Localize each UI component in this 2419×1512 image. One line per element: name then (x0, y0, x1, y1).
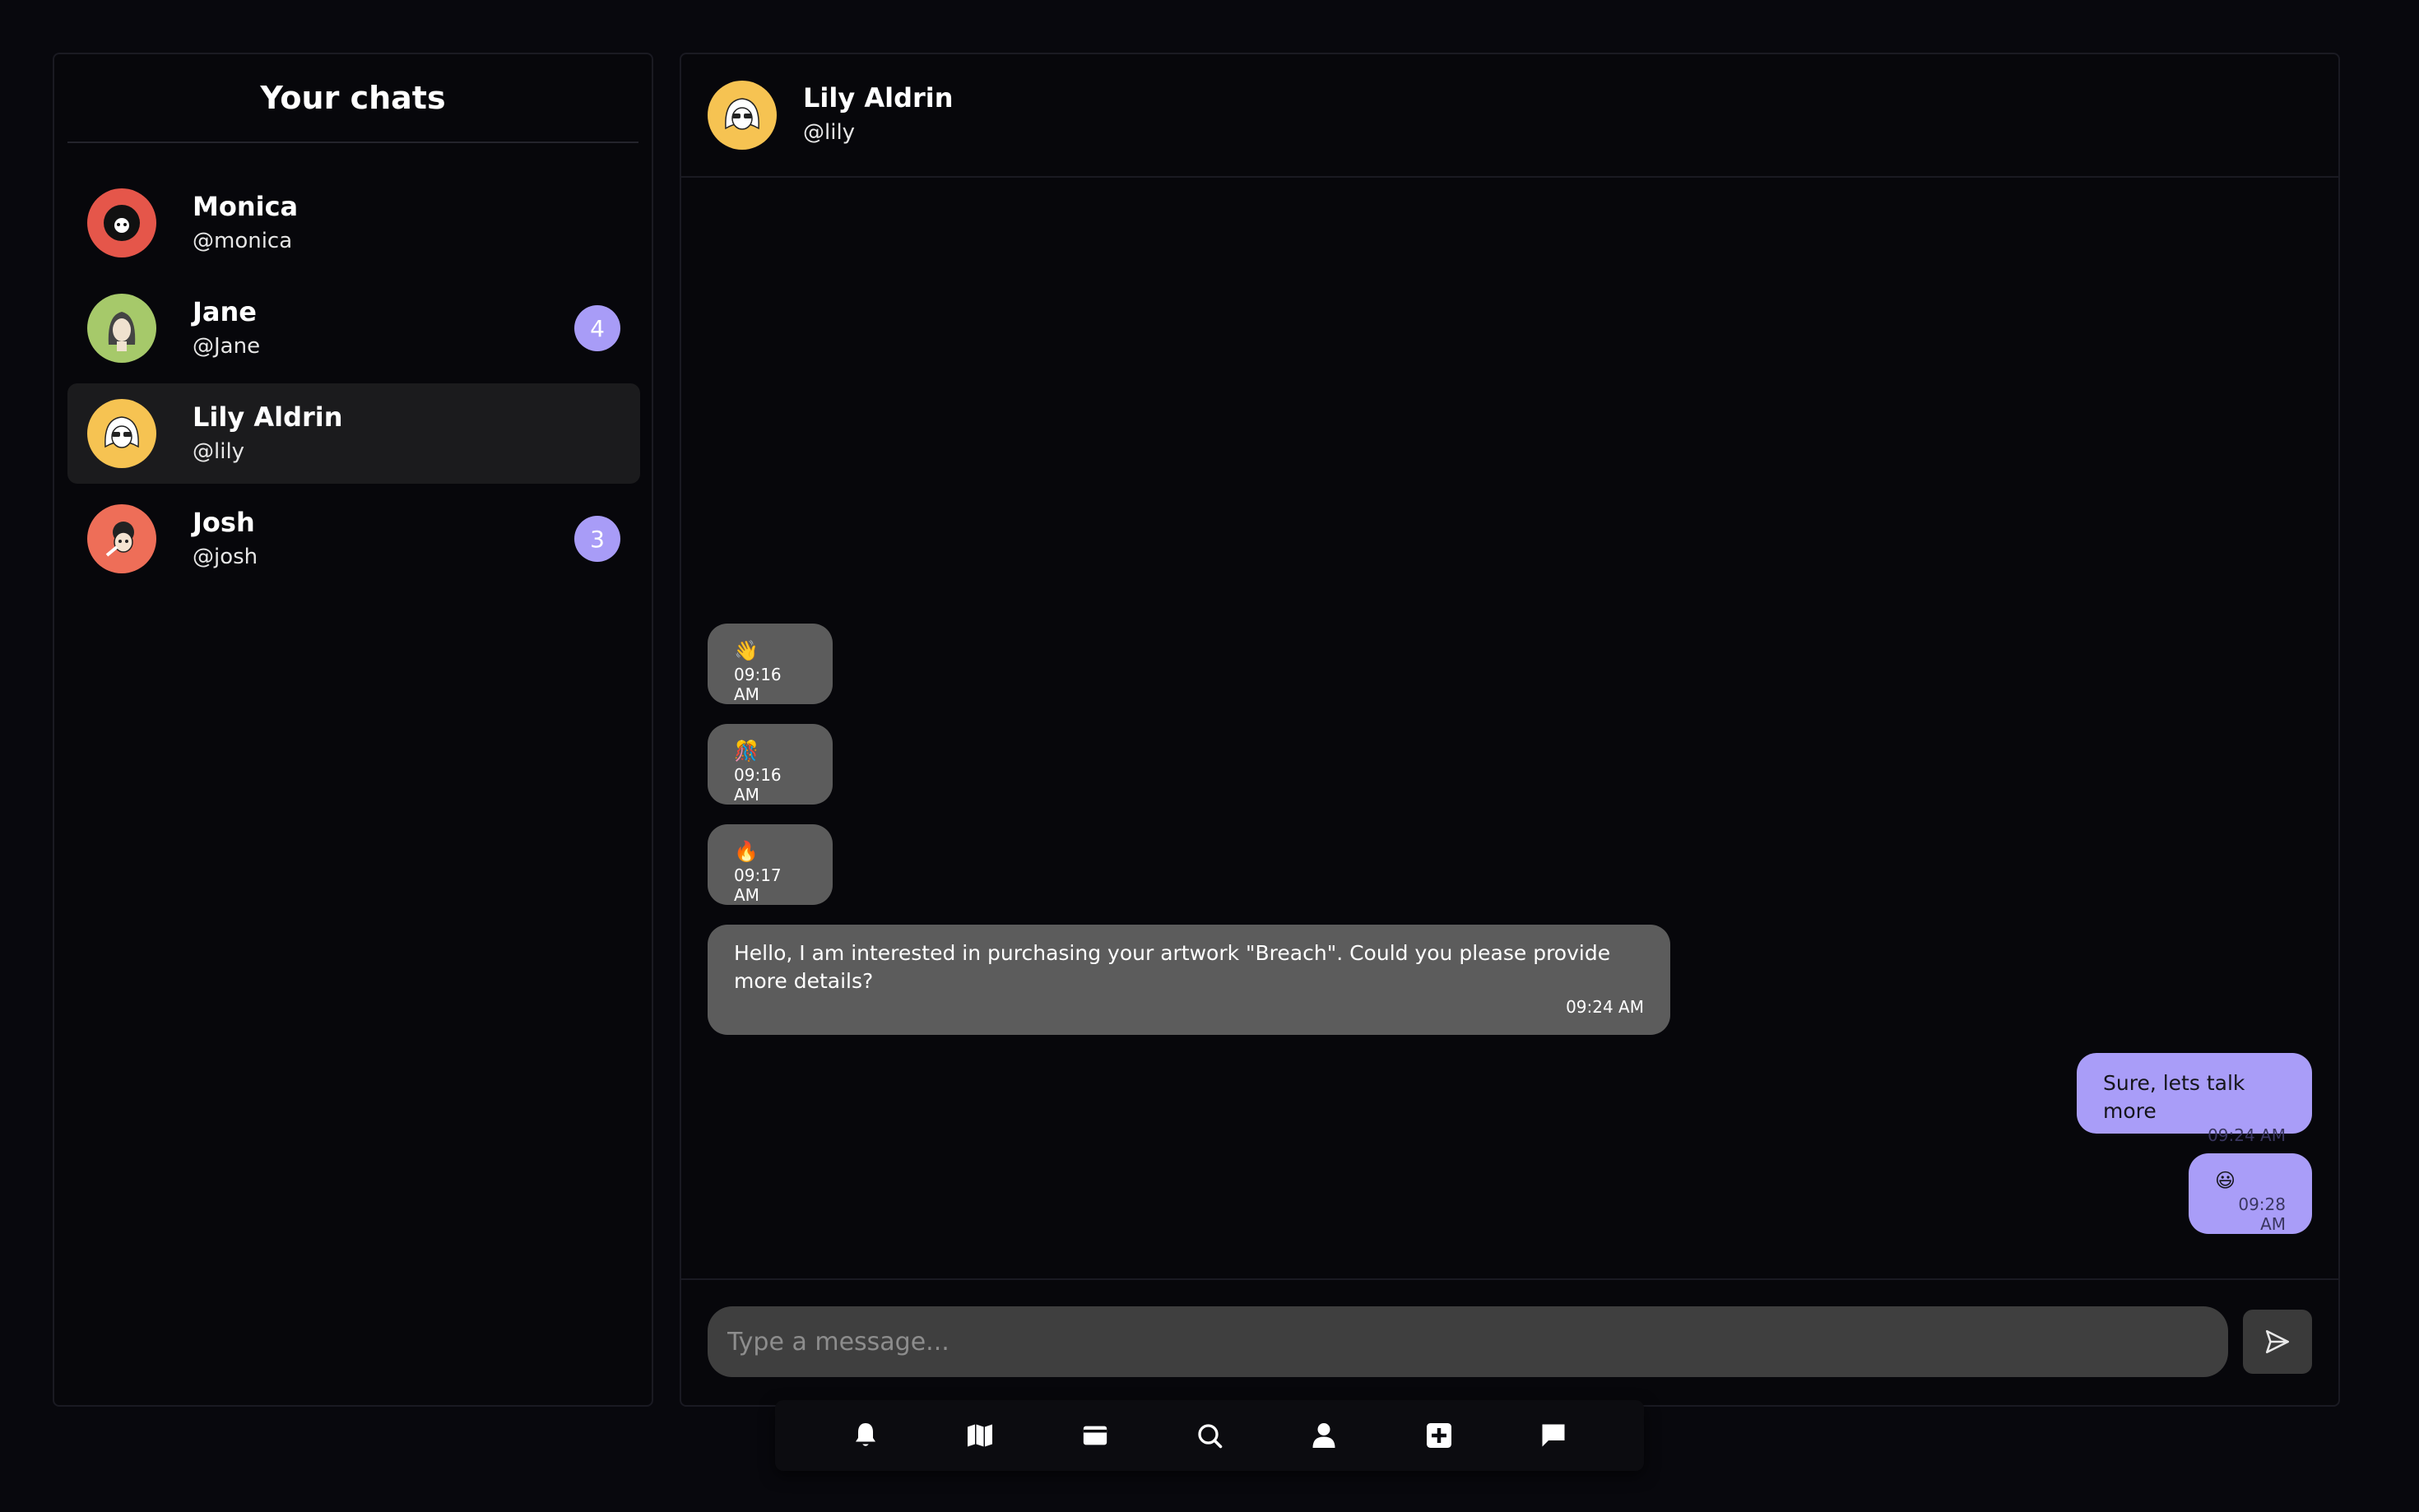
message-text: 🔥 (734, 840, 759, 863)
message-text: 🎊 (734, 740, 759, 763)
message-composer (681, 1278, 2338, 1405)
chat-list-panel: Your chats Monica @monica Jane @Jane 4 L… (53, 53, 653, 1407)
conversation-header: Lily Aldrin @lily (681, 54, 2338, 178)
chat-list-title: Your chats (67, 54, 638, 143)
avatar (87, 399, 156, 468)
chat-item-jane[interactable]: Jane @Jane 4 (67, 278, 640, 378)
message-text: 👋 (734, 639, 759, 662)
message-bubble-outgoing: 😃 09:28 AM (2189, 1153, 2312, 1234)
message-bubble-outgoing: Sure, lets talk more 09:24 AM (2077, 1053, 2312, 1145)
chat-item-name: Josh (193, 507, 255, 538)
chat-item-name: Jane (193, 296, 257, 327)
chat-item-name: Monica (193, 191, 299, 222)
unread-badge: 3 (574, 516, 620, 562)
nav-map-button[interactable] (955, 1411, 1005, 1460)
nav-wallet-button[interactable] (1070, 1411, 1120, 1460)
chat-item-handle: @lily (193, 439, 245, 464)
nav-notifications-button[interactable] (841, 1411, 890, 1460)
chat-item-monica[interactable]: Monica @monica (67, 173, 640, 273)
message-time: 09:24 AM (2208, 1125, 2286, 1145)
avatar-illustration (108, 312, 136, 351)
avatar-illustration (104, 416, 139, 448)
conversation-name: Lily Aldrin (803, 82, 954, 114)
message-time: 09:16 AM (734, 665, 782, 704)
add-square-icon (1426, 1423, 1451, 1448)
chat-item-handle: @josh (193, 545, 258, 569)
search-icon (1198, 1424, 1223, 1449)
message-input[interactable] (708, 1306, 2228, 1377)
chat-item-name: Lily Aldrin (193, 401, 343, 433)
message-bubble-incoming: Hello, I am interested in purchasing you… (708, 925, 1670, 1035)
send-icon (2265, 1329, 2290, 1354)
avatar (87, 294, 156, 363)
message-time: 09:24 AM (1566, 997, 1644, 1017)
message-bubble-incoming: 🔥 09:17 AM (708, 824, 833, 905)
message-time: 09:17 AM (734, 865, 782, 905)
avatar (87, 504, 156, 573)
chat-item-handle: @Jane (193, 334, 261, 359)
avatar[interactable] (708, 81, 777, 150)
conversation-panel: Lily Aldrin @lily 👋 09:16 AM 🎊 09:16 AM … (680, 53, 2340, 1407)
chat-item-josh[interactable]: Josh @josh 3 (67, 489, 640, 589)
user-icon (1312, 1423, 1335, 1448)
message-text: 😃 (2215, 1169, 2236, 1192)
nav-messages-button[interactable] (1529, 1411, 1578, 1460)
chat-icon (1542, 1424, 1565, 1447)
message-bubble-incoming: 👋 09:16 AM (708, 624, 833, 704)
avatar-illustration (105, 522, 134, 557)
avatar-illustration (725, 98, 759, 130)
conversation-handle: @lily (803, 120, 856, 145)
nav-search-button[interactable] (1185, 1411, 1234, 1460)
chat-item-lily-aldrin[interactable]: Lily Aldrin @lily (67, 383, 640, 484)
message-text: Sure, lets talk more (2103, 1071, 2245, 1123)
nav-create-button[interactable] (1414, 1411, 1464, 1460)
unread-badge: 4 (574, 305, 620, 351)
avatar-illustration (104, 205, 140, 241)
map-icon (968, 1424, 993, 1447)
message-bubble-incoming: 🎊 09:16 AM (708, 724, 833, 805)
send-button[interactable] (2243, 1310, 2312, 1374)
wallet-icon (1083, 1426, 1107, 1445)
message-time: 09:28 AM (2238, 1194, 2286, 1234)
avatar (87, 188, 156, 257)
nav-profile-button[interactable] (1299, 1411, 1349, 1460)
bell-icon (855, 1423, 875, 1446)
bottom-nav (775, 1400, 1644, 1471)
chat-item-handle: @monica (193, 229, 293, 253)
message-time: 09:16 AM (734, 765, 782, 805)
message-text: Hello, I am interested in purchasing you… (734, 941, 1611, 993)
